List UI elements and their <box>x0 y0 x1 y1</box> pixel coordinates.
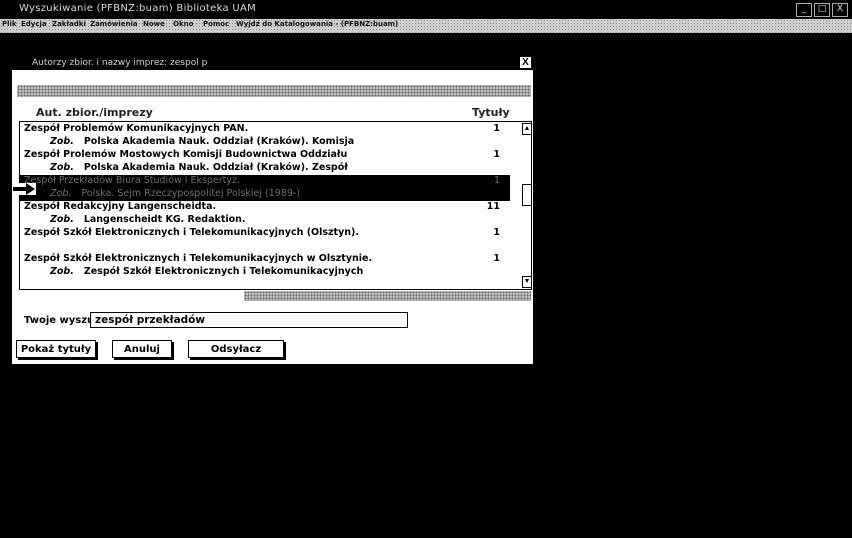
scroll-thumb[interactable] <box>522 184 532 206</box>
menu-window[interactable]: Okno <box>173 20 193 28</box>
list-item[interactable]: Zespół Problemów Komunikacyjnych PAN. 1 <box>20 123 510 136</box>
footer-separator <box>244 291 531 301</box>
list-item[interactable]: Zespół Szkół Elektronicznych i Telekomun… <box>20 227 510 240</box>
list-item-empty[interactable] <box>20 240 510 253</box>
list-item-see-reference[interactable]: Zob. Polska Akademia Nauk. Oddział (Krakó… <box>20 136 510 149</box>
scroll-up-icon[interactable]: ▲ <box>522 123 532 135</box>
see-label: Zob. <box>50 188 72 199</box>
title-count: 1 <box>493 227 500 238</box>
show-titles-button[interactable]: Pokaż tytuły <box>16 340 96 358</box>
see-label: Zob. <box>50 136 74 147</box>
list-item[interactable]: Zespół Prolemów Mostowych Komisji Budown… <box>20 149 510 162</box>
scroll-down-icon[interactable]: ▼ <box>522 276 532 288</box>
maximize-icon[interactable]: □ <box>814 3 830 17</box>
title-count: 1 <box>493 253 500 264</box>
title-count: 1 <box>493 175 500 186</box>
menu-help[interactable]: Pomoc <box>203 20 229 28</box>
see-label: Zob. <box>50 266 74 277</box>
menu-bookmarks[interactable]: Zakładki <box>52 20 86 28</box>
app-title: Wyszukiwanie (PFBNZ:buam) Biblioteka UAM <box>19 3 257 14</box>
header-separator <box>17 85 531 97</box>
list-item-selected[interactable]: Zespół Przekładów Biura Studiów i Eksper… <box>20 175 510 188</box>
see-label: Zob. <box>50 214 74 225</box>
menu-orders[interactable]: Zamówienia <box>90 20 138 28</box>
list-item-see-reference[interactable]: Zob. Zespół Szkół Elektronicznych i Telek… <box>20 266 510 279</box>
menu-file[interactable]: Plik <box>2 20 17 28</box>
cancel-button[interactable]: Anuluj <box>112 340 172 358</box>
close-icon[interactable]: X <box>520 57 531 68</box>
close-icon[interactable]: X <box>832 3 848 17</box>
menu-new[interactable]: Nowe <box>143 20 165 28</box>
list-scrollbar[interactable]: ▲ ▼ <box>521 121 532 290</box>
app-title-bar: Wyszukiwanie (PFBNZ:buam) Biblioteka UAM… <box>0 0 852 19</box>
reference-button[interactable]: Odsyłacz <box>188 340 284 358</box>
column-header-author: Aut. zbior./imprezy <box>36 106 153 119</box>
list-item-see-reference[interactable]: Zob. Langenscheidt KG. Redaktion. <box>20 214 510 227</box>
dialog-title-bar: Autorzy zbior. i nazwy imprez: zespol p … <box>12 56 533 70</box>
dialog-title: Autorzy zbior. i nazwy imprez: zespol p <box>32 58 208 68</box>
results-list[interactable]: Zespół Problemów Komunikacyjnych PAN. 1 … <box>19 121 523 290</box>
menu-edit[interactable]: Edycja <box>21 20 47 28</box>
current-record-arrow-icon <box>12 183 36 195</box>
title-count: 11 <box>486 201 500 212</box>
list-item-see-reference[interactable]: Zob. Polska Akademia Nauk. Oddział (Krakó… <box>20 162 510 175</box>
menu-exit-to-cataloging[interactable]: Wyjdź do Katalogowania - (PFBNZ:buam) <box>236 20 398 28</box>
list-item[interactable]: Zespół Redakcyjny Langenscheidta. 11 <box>20 201 510 214</box>
list-item-see-reference-selected[interactable]: Zob. Polska. Sejm Rzeczypospolitej Polski… <box>20 188 510 201</box>
authors-dialog: Autorzy zbior. i nazwy imprez: zespol p … <box>12 56 533 364</box>
list-item[interactable]: Zespół Szkół Elektronicznych i Telekomun… <box>20 253 510 266</box>
menu-bar: Plik Edycja Zakładki Zamówienia Nowe Okn… <box>0 19 852 33</box>
search-input[interactable]: zespół przekładów <box>90 312 408 328</box>
window-controls: _ □ X <box>796 3 848 17</box>
minimize-icon[interactable]: _ <box>796 3 812 17</box>
title-count: 1 <box>493 123 500 134</box>
see-label: Zob. <box>50 162 74 173</box>
column-header-titles: Tytuły <box>472 106 510 119</box>
title-count: 1 <box>493 149 500 160</box>
